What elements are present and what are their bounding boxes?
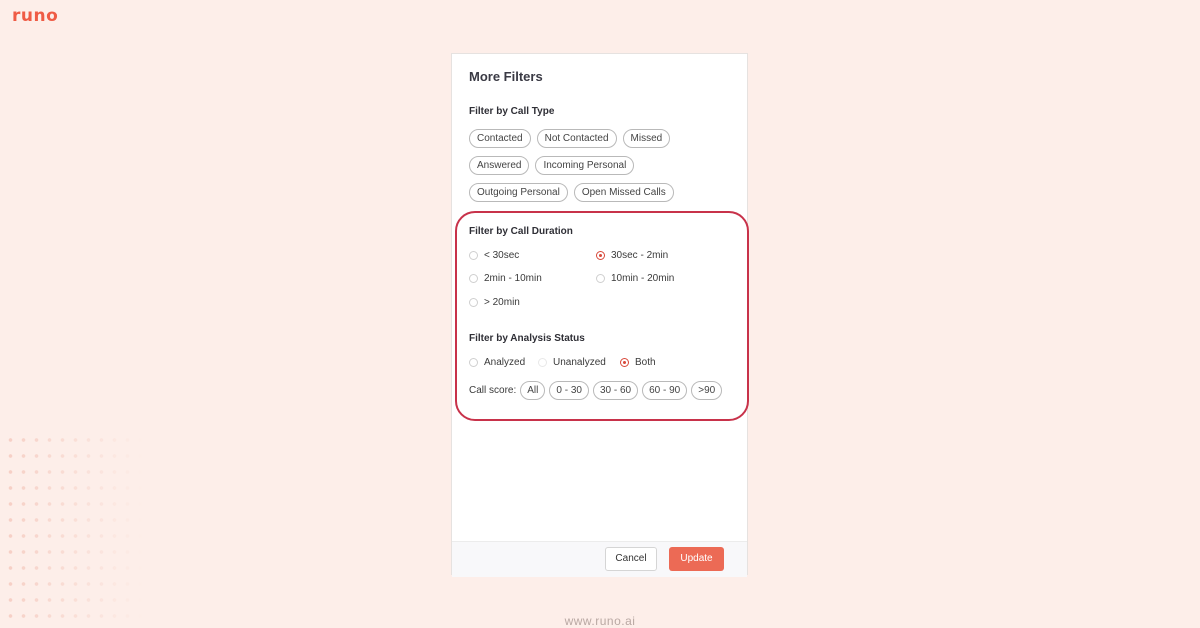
decorative-dot-pattern <box>4 432 144 628</box>
call-type-section-title: Filter by Call Type <box>469 106 555 117</box>
chip-outgoing-personal[interactable]: Outgoing Personal <box>469 183 568 202</box>
runo-logo: runo <box>12 6 59 26</box>
chip-not-contacted[interactable]: Not Contacted <box>536 129 617 148</box>
call-type-chip-row-3: Outgoing Personal Open Missed Calls <box>469 183 674 202</box>
chip-missed[interactable]: Missed <box>622 129 671 148</box>
panel-title: More Filters <box>469 69 543 84</box>
panel-footer: Cancel Update <box>452 541 747 577</box>
cancel-button[interactable]: Cancel <box>605 547 657 571</box>
chip-incoming-personal[interactable]: Incoming Personal <box>535 156 635 175</box>
chip-contacted[interactable]: Contacted <box>469 129 531 148</box>
website-url: www.runo.ai <box>564 614 636 628</box>
chip-open-missed-calls[interactable]: Open Missed Calls <box>573 183 674 202</box>
call-type-chip-row-2: Answered Incoming Personal <box>469 156 635 175</box>
highlight-outline <box>455 211 749 421</box>
chip-answered[interactable]: Answered <box>469 156 530 175</box>
update-button[interactable]: Update <box>669 547 724 571</box>
call-type-chip-row-1: Contacted Not Contacted Missed <box>469 129 671 148</box>
